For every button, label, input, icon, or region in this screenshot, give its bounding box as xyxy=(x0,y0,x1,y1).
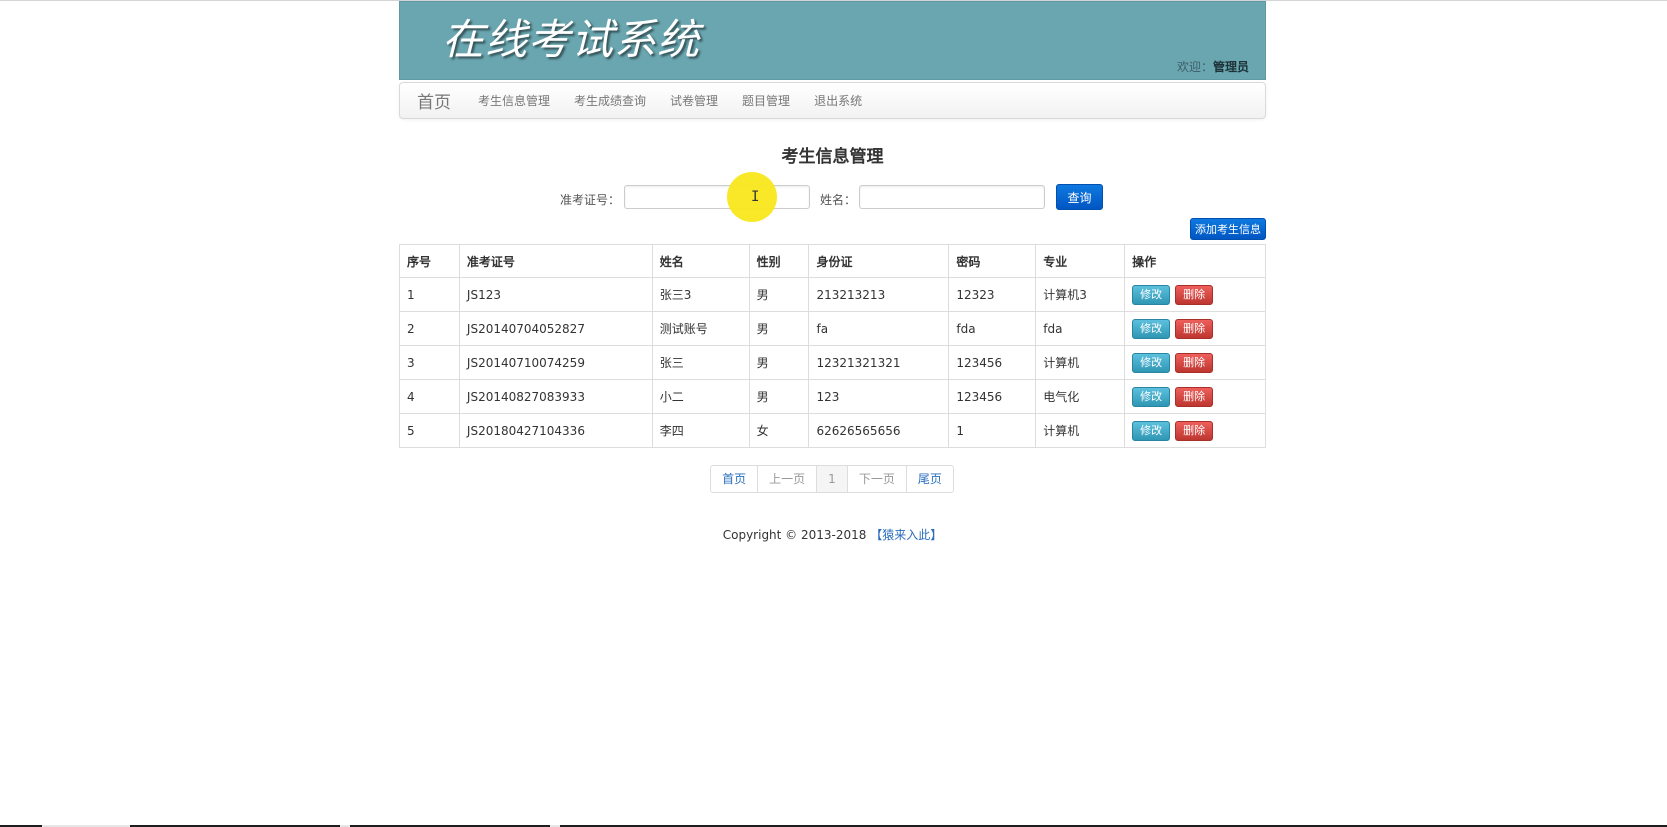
add-student-row: 添加考生信息 xyxy=(399,218,1266,242)
name-label: 姓名： xyxy=(820,193,857,207)
cell-id-card: 62626565656 xyxy=(808,413,950,448)
name-input[interactable] xyxy=(859,185,1045,209)
nav-item-score-query[interactable]: 考生成绩查询 xyxy=(574,92,646,109)
cell-ticket: JS20180427104336 xyxy=(458,413,653,448)
footer-copyright: Copyright © 2013-2018 xyxy=(722,528,867,542)
column-header-password: 密码 xyxy=(948,244,1037,278)
cell-password: 123456 xyxy=(948,379,1037,414)
table-row: 2 JS20140704052827 测试账号 男 fa fda fda 修改删… xyxy=(399,311,1266,346)
table-row: 4 JS20140827083933 小二 男 123 123456 电气化 修… xyxy=(399,379,1266,414)
pagination-first[interactable]: 首页 xyxy=(710,465,759,493)
current-user-name: 管理员 xyxy=(1212,60,1249,74)
column-header-name: 姓名 xyxy=(651,244,750,278)
header-banner: 在线考试系统 欢迎：管理员 xyxy=(399,1,1266,80)
pagination-next[interactable]: 下一页 xyxy=(846,465,907,493)
cell-password: fda xyxy=(948,311,1037,346)
cell-ticket: JS20140704052827 xyxy=(458,311,653,346)
cell-index: 2 xyxy=(399,311,460,346)
add-student-button[interactable]: 添加考生信息 xyxy=(1190,218,1266,240)
cell-index: 1 xyxy=(399,277,460,312)
edit-button[interactable]: 修改 xyxy=(1132,386,1171,407)
cell-name: 张三 xyxy=(651,345,750,380)
cell-major: 计算机 xyxy=(1035,345,1126,380)
delete-button[interactable]: 删除 xyxy=(1175,318,1214,339)
cell-gender: 男 xyxy=(748,379,810,414)
cell-gender: 男 xyxy=(748,345,810,380)
cell-ticket: JS20140827083933 xyxy=(458,379,653,414)
cell-actions: 修改 删除 xyxy=(1124,277,1266,312)
cell-major: 电气化 xyxy=(1035,379,1126,414)
student-table: 序号 准考证号 姓名 性别 身份证 密码 专业 操作 1 JS123 张三3 男… xyxy=(399,244,1266,448)
cell-gender: 女 xyxy=(748,413,810,448)
edit-button[interactable]: 修改 xyxy=(1132,352,1171,373)
cell-id-card: 213213213 xyxy=(808,277,950,312)
search-submit-button[interactable]: 查询 xyxy=(1056,184,1103,210)
nav-home-brand[interactable]: 首页 xyxy=(417,88,451,113)
cell-password: 1 xyxy=(948,413,1037,448)
pagination: 首页 上一页 1 下一页 尾页 xyxy=(399,465,1266,493)
cell-name: 测试账号 xyxy=(651,311,750,346)
pagination-last[interactable]: 尾页 xyxy=(905,465,954,493)
edit-button[interactable]: 修改 xyxy=(1132,284,1171,305)
cell-actions: 修改 删除 xyxy=(1124,311,1266,346)
cell-major: fda xyxy=(1035,311,1126,346)
search-form: 准考证号： 姓名： 查询 xyxy=(399,183,1266,213)
cell-gender: 男 xyxy=(748,277,810,312)
column-header-actions: 操作 xyxy=(1124,244,1266,278)
cell-actions: 修改 删除 xyxy=(1124,345,1266,380)
cell-ticket: JS20140710074259 xyxy=(458,345,653,380)
column-header-major: 专业 xyxy=(1035,244,1126,278)
column-header-gender: 性别 xyxy=(748,244,810,278)
cell-name: 张三3 xyxy=(651,277,750,312)
footer-link[interactable]: 【猿来入此】 xyxy=(870,528,942,542)
pagination-prev[interactable]: 上一页 xyxy=(757,465,818,493)
delete-button[interactable]: 删除 xyxy=(1175,352,1214,373)
edit-button[interactable]: 修改 xyxy=(1132,420,1171,441)
cell-password: 12323 xyxy=(948,277,1037,312)
cell-id-card: 12321321321 xyxy=(808,345,950,380)
cell-ticket: JS123 xyxy=(458,277,653,312)
cell-name: 小二 xyxy=(651,379,750,414)
cell-password: 123456 xyxy=(948,345,1037,380)
delete-button[interactable]: 删除 xyxy=(1175,284,1214,305)
nav-item-logout[interactable]: 退出系统 xyxy=(814,92,862,109)
pagination-current-page[interactable]: 1 xyxy=(816,465,848,493)
nav-item-paper-management[interactable]: 试卷管理 xyxy=(670,92,718,109)
table-header-row: 序号 准考证号 姓名 性别 身份证 密码 专业 操作 xyxy=(399,244,1266,278)
column-header-id-card: 身份证 xyxy=(808,244,950,278)
cell-actions: 修改 删除 xyxy=(1124,379,1266,414)
table-row: 1 JS123 张三3 男 213213213 12323 计算机3 修改 删除 xyxy=(399,277,1266,312)
cell-index: 4 xyxy=(399,379,460,414)
cell-major: 计算机3 xyxy=(1035,277,1126,312)
column-header-index: 序号 xyxy=(399,244,460,278)
delete-button[interactable]: 删除 xyxy=(1175,420,1214,441)
ticket-number-input[interactable] xyxy=(624,185,810,209)
cell-id-card: fa xyxy=(808,311,950,346)
table-row: 3 JS20140710074259 张三 男 12321321321 1234… xyxy=(399,345,1266,380)
cell-index: 3 xyxy=(399,345,460,380)
main-navbar: 首页 考生信息管理 考生成绩查询 试卷管理 题目管理 退出系统 xyxy=(399,82,1266,119)
page-title: 考生信息管理 xyxy=(781,147,884,167)
cell-major: 计算机 xyxy=(1035,413,1126,448)
footer: Copyright © 2013-2018 【猿来入此】 xyxy=(399,526,1266,543)
ticket-number-label: 准考证号： xyxy=(560,193,621,207)
welcome-text: 欢迎：管理员 xyxy=(1177,58,1249,75)
edit-button[interactable]: 修改 xyxy=(1132,318,1171,339)
nav-item-student-info[interactable]: 考生信息管理 xyxy=(478,92,550,109)
cell-name: 李四 xyxy=(651,413,750,448)
cell-gender: 男 xyxy=(748,311,810,346)
page-container: 在线考试系统 欢迎：管理员 首页 考生信息管理 考生成绩查询 试卷管理 题目管理… xyxy=(399,1,1266,543)
cell-actions: 修改 删除 xyxy=(1124,413,1266,448)
site-title: 在线考试系统 xyxy=(442,15,701,64)
cell-index: 5 xyxy=(399,413,460,448)
nav-item-question-management[interactable]: 题目管理 xyxy=(742,92,790,109)
delete-button[interactable]: 删除 xyxy=(1175,386,1214,407)
cell-id-card: 123 xyxy=(808,379,950,414)
table-row: 5 JS20180427104336 李四 女 62626565656 1 计算… xyxy=(399,413,1266,448)
column-header-ticket: 准考证号 xyxy=(458,244,653,278)
text-cursor-icon: I xyxy=(751,189,760,205)
welcome-label: 欢迎： xyxy=(1176,60,1213,74)
